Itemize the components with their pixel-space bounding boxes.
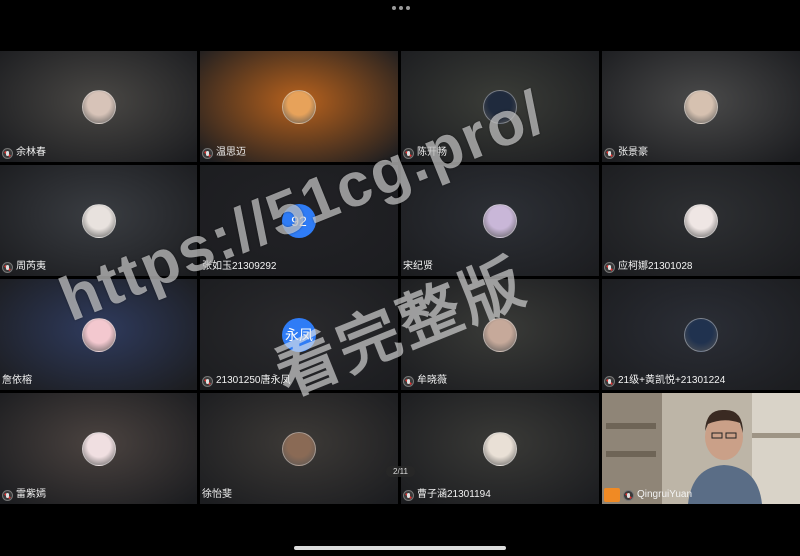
avatar — [483, 89, 517, 124]
mic-muted-icon — [623, 489, 634, 501]
participant-tile[interactable]: 徐怡斐 — [200, 393, 398, 504]
participant-name: 21级+黄凯悦+21301224 — [618, 375, 726, 386]
avatar — [483, 317, 517, 352]
participant-label: 雷紫嫣 — [2, 488, 46, 502]
participant-name: 徐怡斐 — [202, 489, 232, 500]
avatar — [684, 317, 718, 352]
participant-tile[interactable]: 詹依榕 — [0, 279, 197, 390]
participant-label: 21级+黄凯悦+21301224 — [604, 374, 725, 388]
avatar — [81, 89, 116, 124]
mic-muted-icon — [2, 489, 13, 501]
mic-muted-icon — [604, 261, 615, 273]
participant-tile[interactable]: 陈开畅 — [401, 51, 599, 162]
participant-tile[interactable]: 雷紫嫣 — [0, 393, 197, 504]
avatar — [684, 203, 718, 238]
participant-label: 张景豪 — [604, 146, 648, 160]
participant-label: 牟晓薇 — [403, 374, 447, 388]
avatar-initials-badge: 永凤 — [282, 317, 316, 352]
participant-tile[interactable]: 牟晓薇 — [401, 279, 599, 390]
participant-name: 张如玉21309292 — [202, 261, 277, 272]
participant-tile[interactable]: 永凤 21301250唐永凤 — [200, 279, 398, 390]
participant-label: 詹依榕 — [2, 374, 32, 388]
mic-muted-icon — [403, 489, 414, 501]
mic-muted-icon — [2, 261, 13, 273]
participant-label: 余林春 — [2, 146, 46, 160]
participant-tile[interactable]: 温思迈 — [200, 51, 398, 162]
participant-name: 詹依榕 — [2, 375, 32, 386]
participant-name: 余林春 — [16, 147, 46, 158]
avatar — [684, 89, 718, 124]
participant-tile[interactable]: 宋纪贤 — [401, 165, 599, 276]
participant-label: 应柯娜21301028 — [604, 260, 693, 274]
mic-muted-icon — [604, 147, 615, 159]
participant-tile[interactable]: 周芮夷 — [0, 165, 197, 276]
participant-label: 宋纪贤 — [403, 260, 433, 274]
avatar-initials-badge: 92 — [282, 203, 316, 238]
participant-tile[interactable]: 曹子涵21301194 — [401, 393, 599, 504]
mic-muted-icon — [2, 147, 13, 159]
participant-name: 牟晓薇 — [417, 375, 447, 386]
participant-name: 周芮夷 — [16, 261, 46, 272]
participant-label: 陈开畅 — [403, 146, 447, 160]
more-dots-icon[interactable] — [392, 6, 410, 10]
avatar — [282, 89, 316, 124]
participant-label: 徐怡斐 — [202, 488, 232, 502]
participant-label: 曹子涵21301194 — [403, 488, 491, 502]
home-indicator[interactable] — [294, 546, 506, 550]
mic-muted-icon — [403, 375, 414, 387]
participant-name: 陈开畅 — [417, 147, 447, 158]
participant-tile[interactable]: 21级+黄凯悦+21301224 — [602, 279, 800, 390]
participant-name: 温思迈 — [216, 147, 246, 158]
avatar — [282, 431, 316, 466]
participant-name: 宋纪贤 — [403, 261, 433, 272]
self-video-tile[interactable]: QingruiYuan — [602, 393, 800, 504]
participant-tile[interactable]: 92 张如玉21309292 — [200, 165, 398, 276]
participant-name: 21301250唐永凤 — [216, 375, 291, 386]
participant-tile[interactable]: 余林春 — [0, 51, 197, 162]
avatar — [81, 431, 116, 466]
avatar — [81, 317, 116, 352]
mic-muted-icon — [604, 375, 615, 387]
mic-muted-icon — [403, 147, 414, 159]
mic-muted-icon — [202, 375, 213, 387]
participant-name: 应柯娜21301028 — [618, 261, 693, 272]
page-indicator: 2/11 — [386, 466, 415, 477]
participant-tile[interactable]: 应柯娜21301028 — [602, 165, 800, 276]
participant-tile[interactable]: 张景豪 — [602, 51, 800, 162]
participant-name: 雷紫嫣 — [16, 489, 46, 500]
participant-label: 张如玉21309292 — [202, 260, 277, 274]
participant-label: 21301250唐永凤 — [202, 374, 291, 388]
participant-name: 张景豪 — [618, 147, 648, 158]
avatar — [483, 431, 517, 466]
participant-name: QingruiYuan — [637, 489, 693, 500]
mic-muted-icon — [202, 147, 213, 159]
participant-label: 温思迈 — [202, 146, 246, 160]
avatar — [483, 203, 517, 238]
participant-label: QingruiYuan — [604, 488, 692, 502]
avatar — [81, 203, 116, 238]
participant-label: 周芮夷 — [2, 260, 46, 274]
user-icon — [604, 488, 620, 502]
participant-name: 曹子涵21301194 — [417, 489, 491, 500]
video-grid: 余林春 温思迈 陈开畅 张景豪周芮夷 92 张如玉21309292 宋纪贤 应柯娜213010… — [0, 51, 800, 504]
